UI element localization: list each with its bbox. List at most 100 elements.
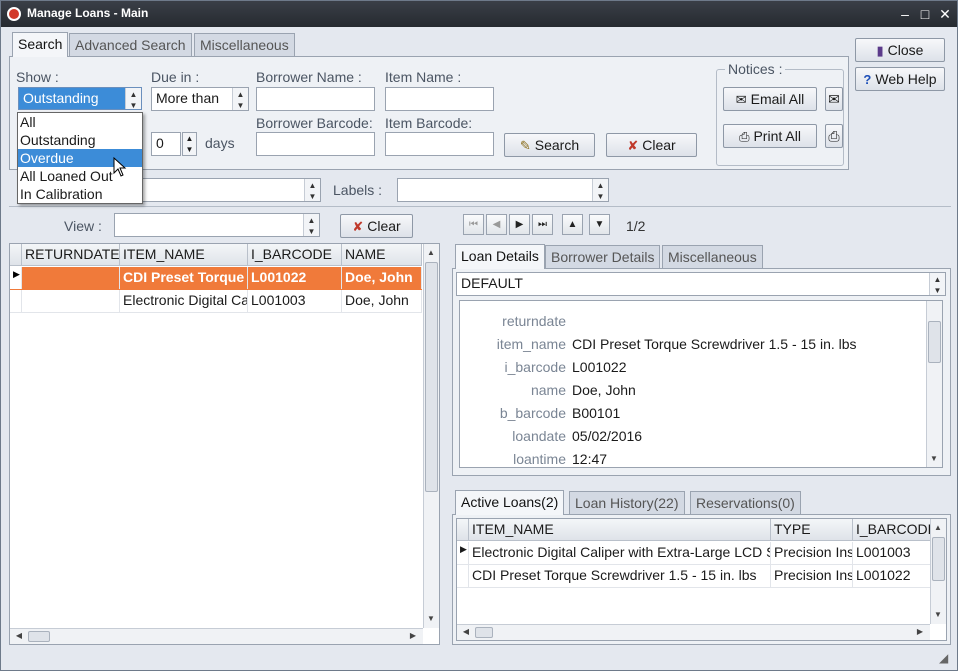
view-select[interactable]: ▲ ▼ bbox=[114, 213, 320, 237]
scroll-right-icon[interactable]: ▶ bbox=[913, 627, 927, 636]
hscroll-thumb[interactable] bbox=[475, 627, 493, 638]
tab-loan-details[interactable]: Loan Details bbox=[455, 244, 545, 269]
scroll-thumb[interactable] bbox=[932, 537, 945, 581]
email-more-button[interactable]: ✉ bbox=[825, 87, 843, 111]
filter-select[interactable]: ▲ ▼ bbox=[141, 178, 321, 202]
detail-view-value: DEFAULT bbox=[461, 275, 523, 291]
due-in-arrow-icon: ▲ ▼ bbox=[232, 88, 248, 110]
show-option-all[interactable]: All bbox=[18, 113, 142, 131]
cell-name: Doe, John bbox=[342, 290, 422, 312]
detail-value: 05/02/2016 bbox=[572, 428, 643, 444]
detail-value: CDI Preset Torque Screwdriver 1.5 - 15 i… bbox=[572, 336, 857, 352]
labels-arrow-icon: ▲ ▼ bbox=[592, 179, 608, 201]
notices-label: Notices : bbox=[725, 61, 786, 77]
first-page-button[interactable]: ⏮ bbox=[463, 214, 484, 235]
cell-returndate bbox=[22, 290, 120, 312]
email-all-button[interactable]: ✉ Email All bbox=[723, 87, 817, 111]
col-header-name[interactable]: NAME bbox=[342, 244, 422, 266]
tab-borrower-details[interactable]: Borrower Details bbox=[545, 245, 661, 269]
details-vertical-scrollbar[interactable]: ▼ bbox=[926, 301, 942, 467]
tab-advanced-search[interactable]: Advanced Search bbox=[69, 33, 192, 57]
scroll-right-icon[interactable]: ▶ bbox=[406, 631, 420, 640]
col-header-returndate[interactable]: RETURNDATE bbox=[22, 244, 120, 266]
scroll-up-icon[interactable]: ▲ bbox=[931, 523, 945, 532]
eraser-icon: ✘ bbox=[352, 219, 364, 234]
next-page-button[interactable]: ▶ bbox=[509, 214, 530, 235]
tab-search[interactable]: Search bbox=[12, 32, 69, 57]
scroll-left-icon[interactable]: ◀ bbox=[12, 631, 26, 640]
detail-view-select[interactable]: DEFAULT ▲ ▼ bbox=[456, 272, 946, 296]
tab-miscellaneous-search[interactable]: Miscellaneous bbox=[194, 33, 295, 57]
row-pointer-icon: ▶ bbox=[10, 267, 22, 289]
pager-text: 1/2 bbox=[626, 218, 646, 234]
scroll-up-icon[interactable]: ▲ bbox=[424, 248, 438, 257]
active-loans-vertical-scrollbar[interactable]: ▲ ▼ bbox=[930, 519, 946, 624]
maximize-icon[interactable]: □ bbox=[915, 4, 935, 24]
detail-value: 12:47 bbox=[572, 451, 608, 467]
col-header-type[interactable]: TYPE bbox=[771, 519, 853, 541]
scroll-thumb[interactable] bbox=[928, 321, 941, 363]
show-arrow-icon: ▲ ▼ bbox=[125, 88, 141, 109]
web-help-button[interactable]: ? Web Help bbox=[855, 67, 945, 91]
item-barcode-input[interactable] bbox=[385, 132, 494, 156]
tab-reservations[interactable]: Reservations(0) bbox=[690, 491, 801, 515]
loans-vertical-scrollbar[interactable]: ▲ ▼ bbox=[423, 244, 439, 628]
close-button[interactable]: ▮ Close bbox=[855, 38, 945, 62]
col-header-item-name[interactable]: ITEM_NAME bbox=[469, 519, 771, 541]
search-icon: ✎ bbox=[519, 138, 531, 153]
grid-row-indicator-header bbox=[457, 519, 469, 541]
days-input[interactable]: 0 bbox=[151, 132, 181, 156]
clear-button[interactable]: ✘ Clear bbox=[606, 133, 697, 157]
prev-page-button[interactable]: ◀ bbox=[486, 214, 507, 235]
table-row[interactable]: ▶ Electronic Digital Caliper with Extra-… bbox=[457, 542, 931, 565]
scroll-down-icon[interactable]: ▼ bbox=[927, 454, 941, 463]
show-option-outstanding[interactable]: Outstanding bbox=[18, 131, 142, 149]
print-more-button[interactable]: ⎙ bbox=[825, 124, 843, 148]
detail-value: Doe, John bbox=[572, 382, 636, 398]
scroll-left-icon[interactable]: ◀ bbox=[459, 627, 473, 636]
hscroll-thumb[interactable] bbox=[28, 631, 50, 642]
divider bbox=[9, 206, 951, 207]
table-row[interactable]: ▶ CDI Preset Torque L001022 Doe, John bbox=[10, 267, 422, 290]
envelope-icon: ✉ bbox=[735, 92, 747, 107]
move-up-button[interactable]: ▲ bbox=[562, 214, 583, 235]
tab-loan-history[interactable]: Loan History(22) bbox=[569, 491, 685, 515]
active-loans-horizontal-scrollbar[interactable]: ◀ ▶ bbox=[457, 624, 930, 640]
show-select[interactable]: Outstanding ▲ ▼ bbox=[18, 87, 142, 110]
table-row[interactable]: Electronic Digital Cal L001003 Doe, John bbox=[10, 290, 422, 313]
detail-value: B00101 bbox=[572, 405, 621, 421]
view-clear-button[interactable]: ✘ Clear bbox=[340, 214, 413, 238]
printer-icon: ⎙ bbox=[739, 129, 750, 144]
search-button[interactable]: ✎ Search bbox=[504, 133, 595, 157]
minimize-icon[interactable]: – bbox=[895, 4, 915, 24]
item-name-input[interactable] bbox=[385, 87, 494, 111]
email-all-label: Email All bbox=[750, 91, 805, 107]
detail-view-arrow-icon: ▲ ▼ bbox=[929, 273, 945, 295]
scroll-down-icon[interactable]: ▼ bbox=[931, 610, 945, 619]
borrower-name-input[interactable] bbox=[256, 87, 375, 111]
tab-active-loans[interactable]: Active Loans(2) bbox=[455, 490, 565, 515]
print-all-button[interactable]: ⎙ Print All bbox=[723, 124, 817, 148]
due-in-select[interactable]: More than ▲ ▼ bbox=[151, 87, 249, 111]
days-spinner[interactable]: ▲ ▼ bbox=[182, 132, 197, 156]
col-header-i-barcode[interactable]: I_BARCODE bbox=[853, 519, 931, 541]
cell-item-name: Electronic Digital Cal bbox=[120, 290, 248, 312]
close-window-icon[interactable]: ✕ bbox=[935, 4, 955, 24]
scroll-thumb[interactable] bbox=[425, 262, 438, 492]
last-page-button[interactable]: ⏭ bbox=[532, 214, 553, 235]
cell-type: Precision Ins bbox=[771, 565, 853, 587]
tab-miscellaneous-details[interactable]: Miscellaneous bbox=[662, 245, 763, 269]
view-label: View : bbox=[64, 218, 102, 234]
show-option-in-calibration[interactable]: In Calibration bbox=[18, 185, 142, 203]
table-row[interactable]: CDI Preset Torque Screwdriver 1.5 - 15 i… bbox=[457, 565, 931, 588]
move-down-button[interactable]: ▼ bbox=[589, 214, 610, 235]
col-header-item-name[interactable]: ITEM_NAME bbox=[120, 244, 248, 266]
loans-horizontal-scrollbar[interactable]: ◀ ▶ bbox=[10, 628, 423, 644]
col-header-i-barcode[interactable]: I_BARCODE bbox=[248, 244, 342, 266]
scroll-down-icon[interactable]: ▼ bbox=[424, 614, 438, 623]
print-all-label: Print All bbox=[753, 128, 801, 144]
borrower-barcode-input[interactable] bbox=[256, 132, 375, 156]
resize-grip-icon[interactable]: ◢ bbox=[939, 651, 948, 665]
show-label: Show : bbox=[16, 69, 59, 85]
labels-select[interactable]: ▲ ▼ bbox=[397, 178, 609, 202]
